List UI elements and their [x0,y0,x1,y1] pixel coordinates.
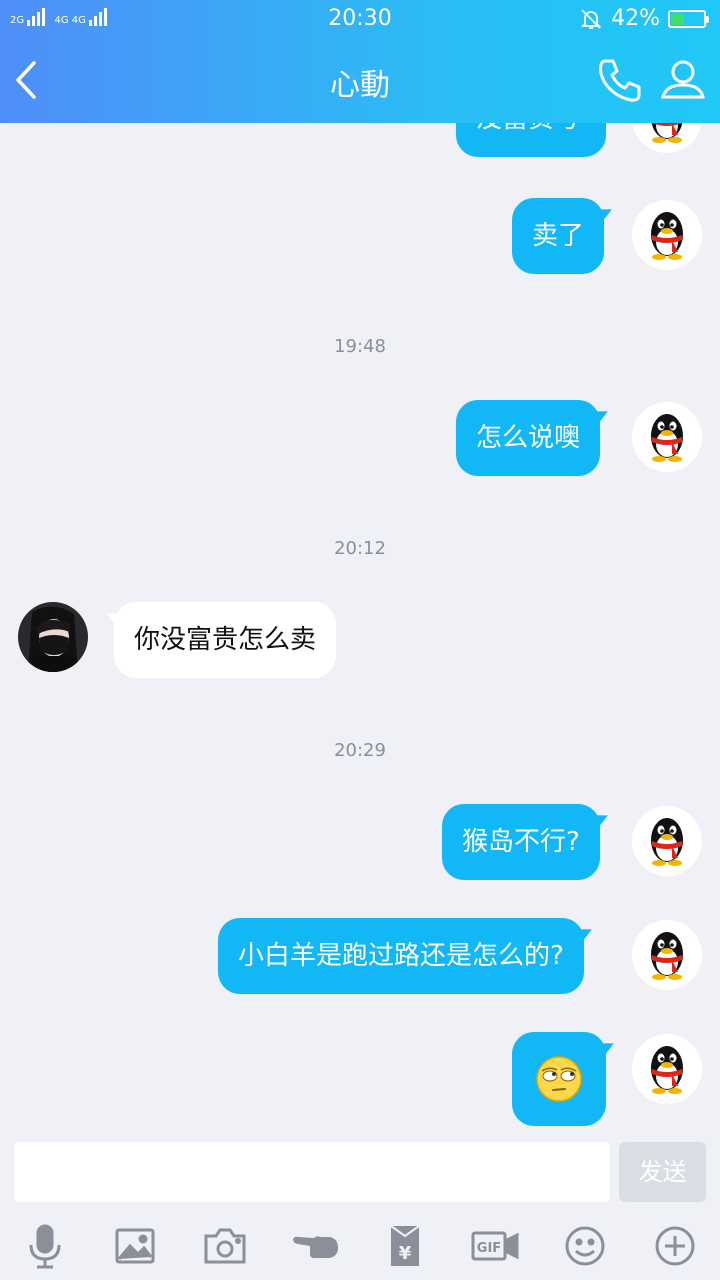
qq-penguin-avatar-icon [632,402,702,472]
mute-bell-icon [580,8,602,29]
contact-profile-icon[interactable] [658,55,708,105]
status-bar: 2G 4G 4G 20:30 42% [0,0,720,40]
message-bubble-outgoing[interactable]: 怎么说噢 [456,400,601,476]
message-timestamp: 19:48 [334,336,386,357]
poke-icon[interactable] [290,1221,340,1271]
my-avatar[interactable] [632,806,702,876]
battery-percent: 42% [611,6,660,31]
message-bubble-outgoing[interactable]: 卖了 [512,198,605,274]
phone-call-icon[interactable] [595,55,645,105]
message-text: 小白羊是跑过路还是怎么的? [238,941,564,971]
message-text: 没富贵号 [476,123,580,134]
chat-area[interactable]: 没富贵号 卖了 19:48 怎么说噢 20:12 你没富贵怎么卖 20:29 猴… [0,123,720,1133]
my-avatar[interactable] [632,402,702,472]
qq-penguin-avatar-icon [632,806,702,876]
input-toolbar: ¥ GIF [0,1213,720,1280]
message-bubble-incoming[interactable]: 你没富贵怎么卖 [114,602,337,678]
message-timestamp: 20:29 [334,740,386,761]
message-input[interactable] [14,1142,610,1202]
qq-penguin-avatar-icon [632,200,702,270]
message-bubble-outgoing[interactable]: 小白羊是跑过路还是怎么的? [218,918,584,994]
camera-icon[interactable] [200,1221,250,1271]
message-bubble-outgoing[interactable]: 没富贵号 [456,123,606,157]
message-bubble-emoji[interactable] [512,1032,606,1126]
my-avatar[interactable] [632,920,702,990]
battery-icon [668,9,709,28]
microphone-icon[interactable] [20,1221,70,1271]
my-avatar[interactable] [632,123,702,153]
my-avatar[interactable] [632,200,702,270]
battery-level [671,12,685,25]
app-header: 2G 4G 4G 20:30 42% 心動 [0,0,720,123]
send-button[interactable]: 发送 [619,1142,706,1202]
contact-avatar[interactable] [18,602,88,672]
contact-photo-icon [18,602,88,672]
red-packet-icon[interactable]: ¥ [380,1221,430,1271]
message-input-row: 发送 [0,1133,720,1213]
svg-text:GIF: GIF [477,1241,501,1256]
status-right: 42% [579,6,709,31]
svg-text:¥: ¥ [399,1243,412,1264]
my-avatar[interactable] [632,1034,702,1104]
message-text: 你没富贵怎么卖 [134,625,317,655]
qq-penguin-avatar-icon [632,123,702,153]
image-icon[interactable] [110,1221,160,1271]
message-text: 怎么说噢 [476,423,581,453]
emoji-icon[interactable] [560,1221,610,1271]
rolling-eyes-emoji-icon [536,1056,582,1102]
plus-icon[interactable] [650,1221,700,1271]
message-bubble-outgoing[interactable]: 猴岛不行? [442,804,600,880]
qq-penguin-avatar-icon [632,1034,702,1104]
message-text: 卖了 [532,221,585,251]
message-timestamp: 20:12 [334,538,386,559]
gif-icon[interactable]: GIF [470,1221,520,1271]
message-text: 猴岛不行? [462,827,580,857]
qq-penguin-avatar-icon [632,920,702,990]
